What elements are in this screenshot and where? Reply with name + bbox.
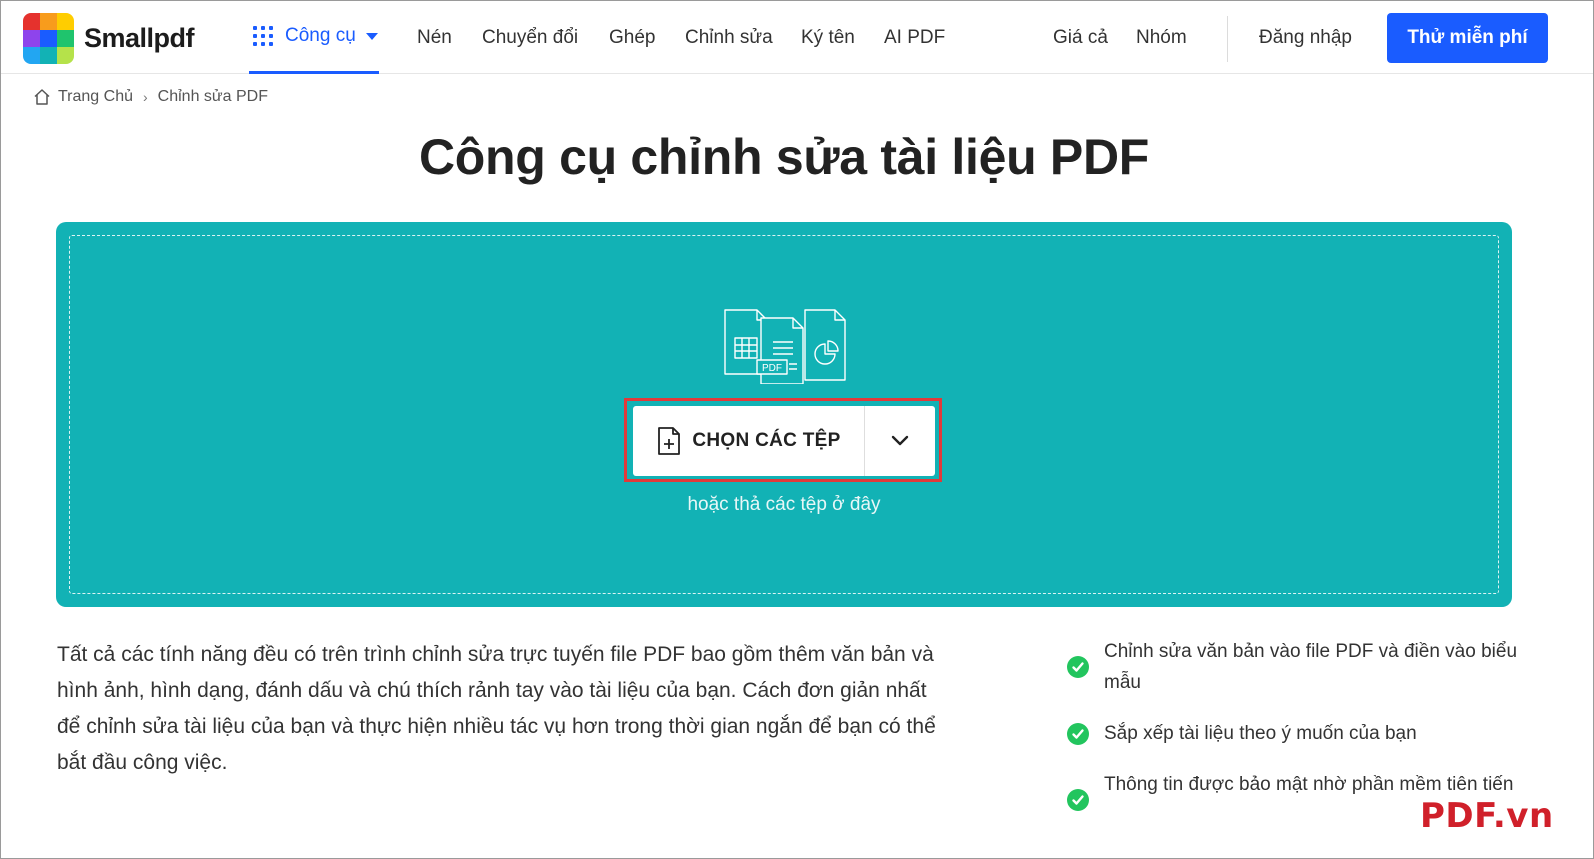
smallpdf-logo-icon [23,12,74,64]
apps-grid-icon [253,26,273,46]
nav-ai-pdf[interactable]: AI PDF [884,1,945,74]
chevron-down-icon [891,435,909,446]
brand-name: Smallpdf [84,22,195,53]
top-navbar: Smallpdf Công cụ Nén Chuyển đổi Ghép Chỉ… [1,1,1593,74]
check-circle-icon [1067,656,1089,678]
tools-menu[interactable]: Công cụ [249,1,379,74]
check-circle-icon [1067,723,1089,745]
choose-files-label: CHỌN CÁC TỆP [692,430,841,451]
pdf-badge: PDF [762,363,782,374]
tools-menu-label: Công cụ [285,25,356,46]
pdfvn-watermark: PDF.vn [1420,796,1554,836]
intro-paragraph: Tất cả các tính năng đều có trên trình c… [57,643,936,774]
nav-divider [1227,16,1228,62]
feature-text: Sắp xếp tài liệu theo ý muốn của bạn [1104,723,1417,744]
free-trial-button[interactable]: Thử miễn phí [1387,13,1548,63]
nav-link[interactable]: Nhóm [1136,27,1187,49]
nav-link[interactable]: Nén [417,27,452,49]
drop-hint: hoặc thả các tệp ở đây [687,494,881,515]
nav-link[interactable]: Chuyển đổi [482,27,578,49]
breadcrumb-separator-icon: › [143,89,148,105]
breadcrumb-current: Chỉnh sửa PDF [157,88,268,105]
breadcrumb-home[interactable]: Trang Chủ [58,88,133,106]
file-dropzone[interactable]: PDF CHỌN CÁC TỆP hoặc thả các tệp ở đây [56,222,1512,607]
nav-link[interactable]: Ký tên [801,27,855,49]
nav-pricing[interactable]: Giá cả [1053,1,1108,74]
login-label[interactable]: Đăng nhập [1259,27,1352,49]
caret-down-icon [365,32,378,40]
nav-merge[interactable]: Ghép [609,1,655,74]
nav-link[interactable]: AI PDF [884,27,945,49]
nav-compress[interactable]: Nén [417,1,452,74]
page-title: Công cụ chỉnh sửa tài liệu PDF [418,129,1150,185]
nav-convert[interactable]: Chuyển đổi [482,1,578,74]
login-link[interactable]: Đăng nhập [1259,1,1352,74]
home-icon [34,89,50,105]
nav-sign[interactable]: Ký tên [801,1,855,74]
nav-edit[interactable]: Chỉnh sửa [685,1,773,74]
choose-files-control[interactable]: CHỌN CÁC TỆP [633,406,935,476]
check-circle-icon [1067,789,1089,811]
upload-options-dropdown[interactable] [865,406,935,476]
breadcrumb: Trang Chủ › Chỉnh sửa PDF [32,86,268,108]
feature-text: Chỉnh sửa văn bản vào file PDF và điền v… [1104,641,1518,693]
file-plus-icon [658,427,681,455]
nav-link[interactable]: Chỉnh sửa [685,27,773,49]
nav-link[interactable]: Ghép [609,27,655,49]
nav-team[interactable]: Nhóm [1136,1,1187,74]
choose-files-button[interactable]: CHỌN CÁC TỆP [633,406,865,476]
brand-logo[interactable]: Smallpdf [23,12,195,64]
nav-link[interactable]: Giá cả [1053,27,1108,49]
documents-illustration-icon: PDF [724,309,846,384]
